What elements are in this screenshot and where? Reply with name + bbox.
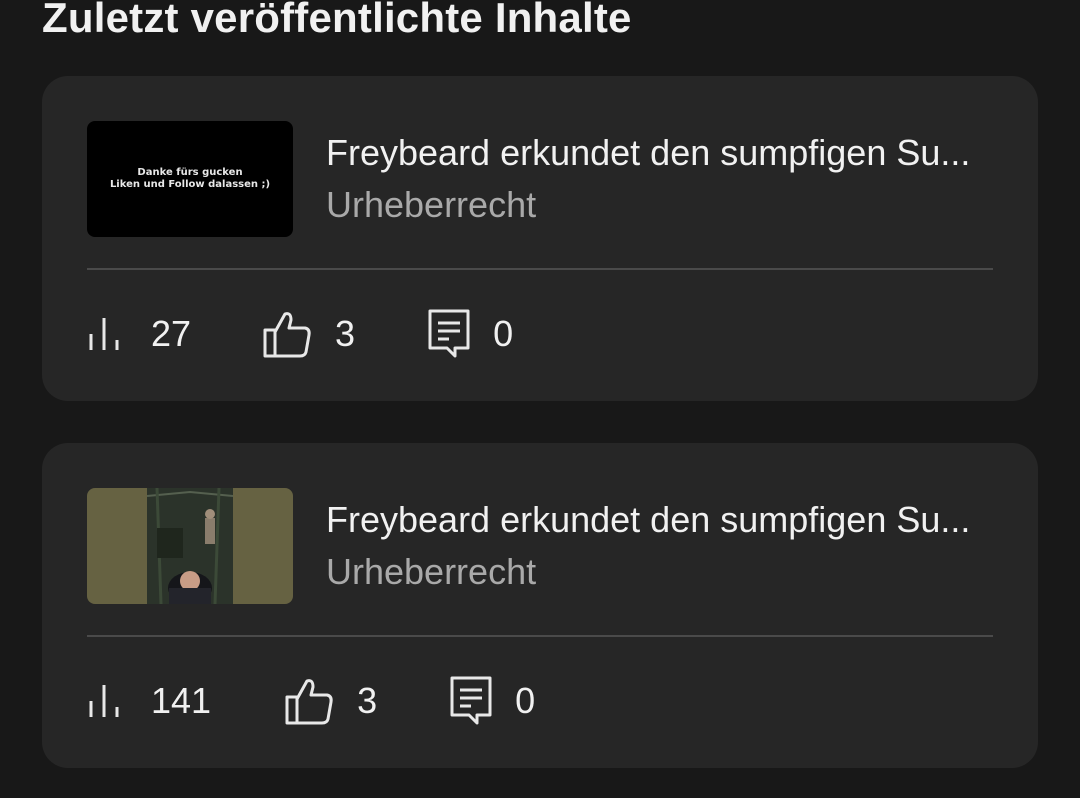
video-title[interactable]: Freybeard erkundet den sumpfigen Su... (326, 132, 986, 174)
bar-chart-icon (89, 685, 119, 717)
stats-row: 27 3 0 (87, 304, 513, 364)
comments-stat: 0 (427, 308, 513, 360)
video-thumbnail[interactable]: Danke fürs gucken Liken und Follow dalas… (87, 121, 293, 237)
likes-count: 3 (335, 313, 356, 354)
thumbs-up-icon (285, 679, 333, 725)
divider (87, 268, 993, 270)
content-card[interactable]: Freybeard erkundet den sumpfigen Su... U… (42, 443, 1038, 768)
thumbnail-text-line: Danke fürs gucken (137, 167, 243, 178)
bar-chart-icon (89, 318, 119, 350)
thumbnail-text-line: Liken und Follow dalassen ;) (109, 179, 271, 190)
stats-row: 141 3 0 (87, 671, 535, 731)
likes-stat: 3 (283, 675, 377, 727)
video-status: Urheberrecht (326, 184, 537, 225)
game-scene-image (146, 488, 234, 604)
views-count: 27 (151, 313, 192, 354)
thumbs-up-icon (263, 312, 311, 358)
comments-stat: 0 (449, 675, 535, 727)
video-thumbnail[interactable] (87, 488, 293, 604)
section-title: Zuletzt veröffentlichte Inhalte (42, 0, 632, 41)
views-stat: 141 (87, 680, 211, 722)
likes-count: 3 (357, 680, 378, 721)
video-title[interactable]: Freybeard erkundet den sumpfigen Su... (326, 499, 986, 541)
likes-stat: 3 (261, 308, 355, 360)
video-status: Urheberrecht (326, 551, 537, 592)
comment-icon (450, 676, 492, 725)
views-stat: 27 (87, 313, 191, 355)
content-card[interactable]: Danke fürs gucken Liken und Follow dalas… (42, 76, 1038, 401)
comment-icon (428, 309, 470, 358)
comments-count: 0 (493, 313, 514, 354)
divider (87, 635, 993, 637)
comments-count: 0 (515, 680, 536, 721)
views-count: 141 (151, 680, 212, 721)
